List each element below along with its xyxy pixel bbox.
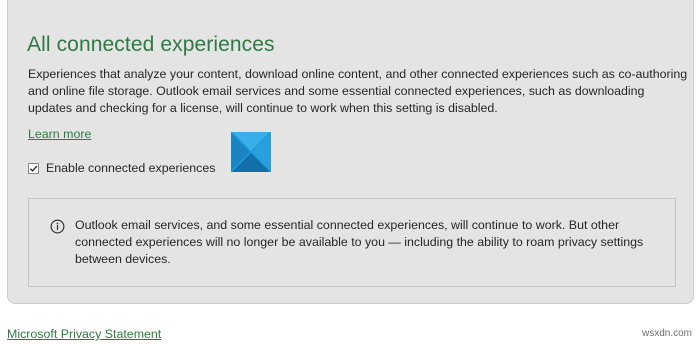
info-icon <box>50 219 65 234</box>
checkmark-icon <box>29 165 38 172</box>
learn-more-link[interactable]: Learn more <box>28 127 91 141</box>
info-box: Outlook email services, and some essenti… <box>28 198 676 287</box>
checkbox-label: Enable connected experiences <box>46 161 216 175</box>
section-title: All connected experiences <box>27 33 275 56</box>
info-text: Outlook email services, and some essenti… <box>75 218 644 266</box>
privacy-statement-link[interactable]: Microsoft Privacy Statement <box>7 327 161 341</box>
enable-connected-experiences-checkbox[interactable] <box>28 162 39 174</box>
watermark-logo-icon <box>231 132 271 172</box>
site-watermark: wsxdn.com <box>641 328 692 339</box>
section-description: Experiences that analyze your content, d… <box>28 67 688 115</box>
enable-connected-experiences-option[interactable]: Enable connected experiences <box>28 161 215 175</box>
